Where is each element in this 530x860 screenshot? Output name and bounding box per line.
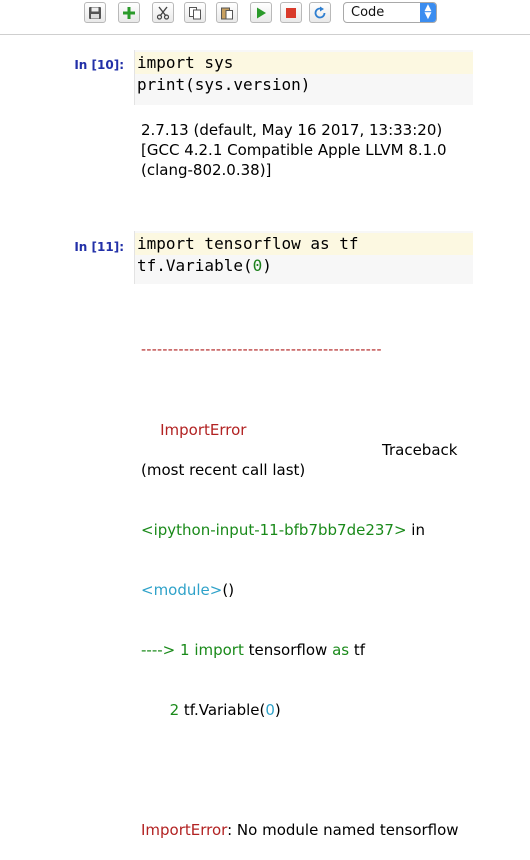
- traceback-line-1: ----> 1 import tensorflow as tf: [141, 640, 471, 660]
- cell-output: 2.7.13 (default, May 16 2017, 13:33:20) […: [141, 120, 447, 180]
- run-button[interactable]: [250, 2, 272, 23]
- traceback-recent: (most recent call last): [141, 461, 306, 479]
- keyword: import: [137, 234, 195, 253]
- floppy-disk-icon: [89, 6, 101, 19]
- restart-icon: [314, 6, 326, 18]
- error-separator: ----------------------------------------…: [141, 342, 382, 358]
- cell-prompt: In [11]:: [74, 240, 124, 254]
- code-line: import sys: [137, 53, 234, 72]
- error-message: : No module named tensorflow: [227, 821, 459, 839]
- play-icon: [257, 7, 266, 18]
- keyword: as: [332, 641, 350, 659]
- cut-button[interactable]: [152, 2, 174, 23]
- chevron-updown-icon: ▲ ▼: [420, 3, 436, 22]
- copy-icon: [189, 6, 201, 19]
- restart-button[interactable]: [309, 2, 331, 23]
- module-paren: (): [222, 581, 235, 599]
- module-ref: <module>: [141, 581, 223, 599]
- insert-cell-button[interactable]: [118, 2, 140, 23]
- notebook-toolbar: Code ▲ ▼: [0, 0, 530, 35]
- stop-button[interactable]: [280, 2, 302, 23]
- error-output: ----------------------------------------…: [141, 300, 471, 860]
- plus-icon: [123, 6, 135, 19]
- code-text: tf.Variable(: [183, 701, 266, 719]
- in-text: in: [406, 521, 425, 539]
- code-line: print(sys.version): [137, 75, 311, 94]
- copy-button[interactable]: [184, 2, 206, 23]
- code-text: ): [262, 256, 272, 275]
- arrow-marker: ----> 1: [141, 641, 195, 659]
- code-input[interactable]: import sys print(sys.version): [134, 50, 473, 105]
- error-final: ImportError: No module named tensorflow: [141, 820, 471, 840]
- code-text: tensorflow: [194, 234, 311, 253]
- number-literal: 0: [252, 256, 263, 275]
- traceback-location: <ipython-input-11-bfb7bb7de237> in: [141, 520, 471, 540]
- code-text: tf: [349, 641, 366, 659]
- stop-icon: [286, 7, 296, 18]
- output-line: [GCC 4.2.1 Compatible Apple LLVM 8.1.0: [141, 141, 447, 159]
- cell-type-value: Code: [351, 5, 385, 20]
- save-button[interactable]: [84, 2, 106, 23]
- traceback-line-2: 2 tf.Variable(0): [141, 700, 471, 720]
- error-name: ImportError: [141, 821, 228, 839]
- line-number: 2: [141, 701, 184, 719]
- cell-type-select[interactable]: Code ▲ ▼: [343, 2, 437, 23]
- output-line: 2.7.13 (default, May 16 2017, 13:33:20): [141, 121, 443, 139]
- code-text: ): [274, 701, 281, 719]
- code-input[interactable]: import tensorflow as tf tf.Variable(0): [134, 231, 473, 284]
- paste-icon: [221, 7, 233, 19]
- code-text: tf: [329, 234, 359, 253]
- traceback-module: <module>(): [141, 580, 471, 600]
- keyword: as: [310, 234, 330, 253]
- cell-prompt: In [10]:: [74, 58, 124, 72]
- paste-button[interactable]: [216, 2, 238, 23]
- number-literal: 0: [265, 701, 275, 719]
- code-text: tensorflow: [243, 641, 333, 659]
- code-line: import tensorflow as tf: [137, 233, 359, 255]
- traceback-label: Traceback: [382, 441, 458, 459]
- keyword: import: [194, 641, 244, 659]
- error-header: ImportError Traceback: [141, 400, 471, 459]
- code-line: tf.Variable(0): [137, 255, 272, 277]
- error-name: ImportError: [160, 421, 247, 439]
- code-text: tf.Variable(: [137, 256, 253, 275]
- input-ref: <ipython-input-11-bfb7bb7de237>: [141, 521, 407, 539]
- output-line: (clang-802.0.38)]: [141, 161, 272, 179]
- scissors-icon: [156, 6, 170, 20]
